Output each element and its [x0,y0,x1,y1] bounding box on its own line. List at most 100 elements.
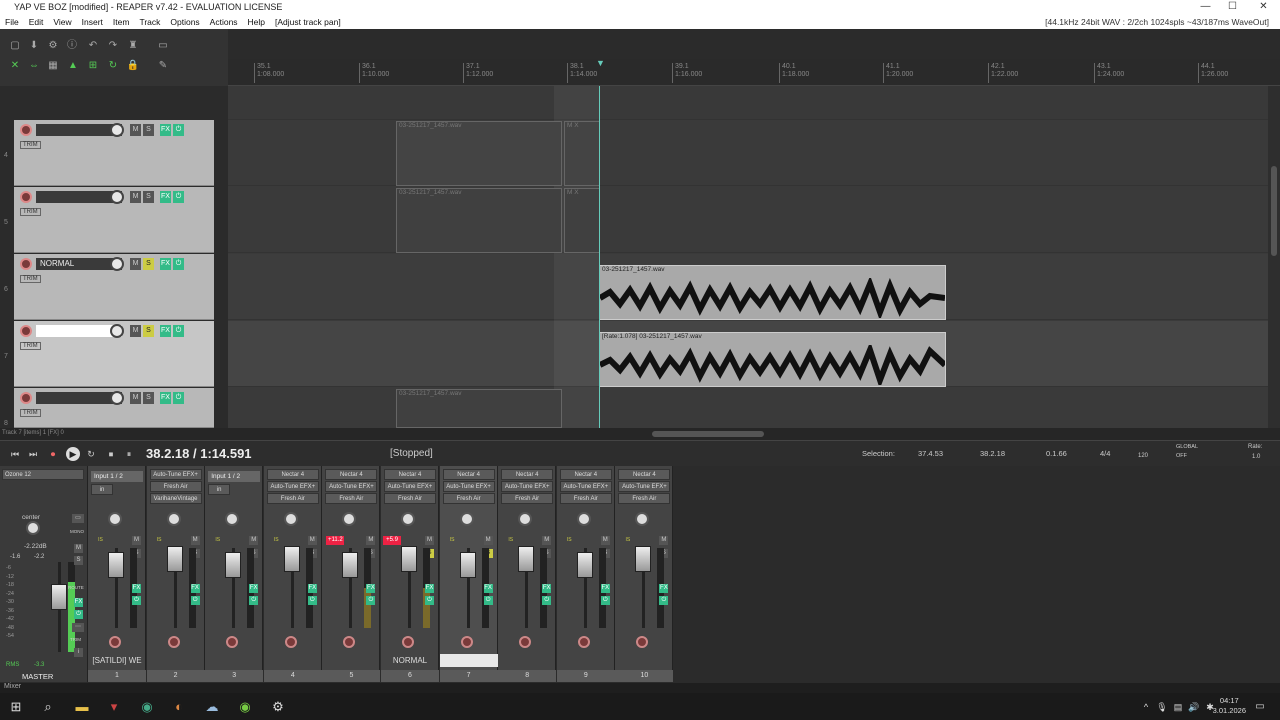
pan-knob[interactable] [576,512,591,526]
record-arm-button[interactable] [402,636,414,648]
menu-options[interactable]: Options [165,17,204,27]
volume-knob[interactable] [110,324,124,338]
strip-name[interactable] [322,654,380,667]
fx-button[interactable]: FX [542,584,552,593]
record-arm-button[interactable] [20,191,32,203]
vertical-scrollbar[interactable] [1268,86,1280,428]
menu-item[interactable]: Item [108,17,135,27]
mixer-strip[interactable]: Input 1 / 2inISMSFX⏻3 [205,466,264,682]
record-arm-button[interactable] [577,636,590,648]
record-arm-button[interactable] [109,636,121,648]
fx-button[interactable]: FX [425,584,434,593]
pan-knob[interactable] [225,512,240,526]
volume-knob[interactable] [110,123,124,137]
trim-button[interactable]: TRIM [20,409,41,417]
mixer-strip[interactable]: Nectar 4Auto-Tune EFX+Fresh AirISMSFX⏻4 [263,466,322,682]
fx-button[interactable]: FX [190,584,200,593]
master-route-button[interactable]: ROUTE [68,585,84,590]
bpm-display[interactable]: 120 [1138,453,1148,459]
mute-button[interactable]: M [130,191,141,203]
strip-name[interactable] [498,654,556,667]
volume-fader[interactable] [108,552,124,578]
record-arm-button[interactable] [167,636,180,648]
fx-button[interactable]: FX [160,258,171,270]
io-button[interactable]: in [208,484,231,495]
fx-slot[interactable]: Auto-Tune EFX+ [618,481,671,492]
master-fx-button[interactable]: FX [74,598,83,607]
save-icon[interactable]: ⬇ [27,39,41,52]
solo-button[interactable]: S [143,191,154,203]
strip-name[interactable] [264,654,322,667]
master-strip[interactable]: Ozone 12 center ▭ MONO -2.22dB -1.6 -2.2… [0,466,88,682]
mute-button[interactable]: M [130,392,141,404]
strip-number[interactable]: 5 [322,670,381,682]
input-monitor-icon[interactable]: IS [213,536,222,545]
trim-button[interactable]: TRIM [20,342,41,350]
fx-bypass-button[interactable]: ⏻ [425,596,434,605]
settings-icon[interactable]: ⚙ [46,39,60,52]
ripple-icon[interactable]: ✕ [8,59,22,72]
input-selector[interactable]: Input 1 / 2 [91,471,143,482]
volume-fader[interactable] [166,546,183,572]
horizontal-scrollbar-thumb[interactable] [652,431,764,437]
master-solo-button[interactable]: S [74,556,83,565]
fx-bypass-button[interactable]: ⏻ [249,596,259,605]
track-lane[interactable] [228,388,1268,428]
media-item[interactable]: [Rate:1.078] 03-251217_1457.wav [599,332,946,387]
fx-bypass-button[interactable]: ⏻ [600,596,610,605]
solo-button[interactable]: S [143,392,154,404]
strip-name[interactable]: NORMAL [381,654,439,667]
link-icon[interactable]: ⇔ [27,59,41,72]
volume-fader[interactable] [342,552,359,578]
strip-name[interactable] [557,654,615,667]
master-info-icon[interactable]: i [74,648,83,657]
browser-icon[interactable]: ◐ [169,697,189,717]
mixer-strip[interactable]: Nectar 4Auto-Tune EFX+Fresh AirISMSFX⏻10 [615,466,674,682]
selection-length[interactable]: 0.1.66 [1046,449,1067,458]
menu-help[interactable]: Help [243,17,270,27]
notification-icon[interactable]: ▭ [1250,697,1270,717]
mute-button[interactable]: M [190,536,200,545]
master-mute-button[interactable]: M [74,544,83,553]
record-arm-button[interactable] [20,392,32,404]
fx-slot[interactable]: Nectar 4 [442,469,495,480]
mixer-strip[interactable]: Nectar 4Auto-Tune EFX+Fresh AirISMSFX⏻+1… [322,466,381,682]
mute-button[interactable]: M [249,536,259,545]
media-item-muted[interactable]: 03-251217_1457.wav [396,389,562,428]
reaper-app-icon[interactable]: ▾ [104,697,124,717]
track-lane[interactable] [228,187,1268,253]
fx-slot[interactable]: Nectar 4 [559,469,612,480]
fx-button[interactable]: FX [249,584,259,593]
project-icon[interactable]: ▢ [8,39,22,52]
fx-slot[interactable]: Nectar 4 [618,469,671,480]
media-item[interactable]: 03-251217_1457.wav [599,265,946,320]
fx-button[interactable]: FX [160,191,171,203]
strip-number[interactable]: 9 [556,670,615,682]
mixer-strip[interactable]: Nectar 4Auto-Tune EFX+Fresh AirISMSFX⏻9 [556,466,615,682]
audio-status[interactable]: [44.1kHz 24bit WAV : 2/2ch 1024spls ~43/… [1040,17,1274,27]
fx-slot[interactable]: Nectar 4 [501,469,554,480]
volume-fader[interactable] [635,546,652,572]
pencil-icon[interactable]: ✎ [156,59,170,72]
input-monitor-icon[interactable]: IS [272,536,281,545]
fx-slot[interactable]: Fresh Air [501,493,554,504]
menu-view[interactable]: View [48,17,76,27]
strip-number[interactable]: 2 [146,670,205,682]
record-arm-button[interactable] [460,636,473,648]
fx-slot[interactable]: Fresh Air [618,493,671,504]
selection-start[interactable]: 37.4.53 [918,449,943,458]
time-signature[interactable]: 4/4 [1100,449,1110,458]
strip-number[interactable]: 7 [439,670,498,682]
input-monitor-icon[interactable]: IS [448,536,457,545]
volume-knob[interactable] [110,257,124,271]
mixer-strip[interactable]: Nectar 4Auto-Tune EFX+Fresh AirISMSFX⏻+5… [381,466,439,682]
fx-bypass-button[interactable]: ⏻ [307,596,317,605]
fx-button[interactable]: FX [132,584,141,593]
strip-name[interactable] [439,654,498,667]
fx-bypass-button[interactable]: ⏻ [542,596,552,605]
master-pan-knob[interactable] [26,521,40,535]
fx-button[interactable]: FX [483,584,493,593]
menu-file[interactable]: File [0,17,24,27]
strip-name[interactable] [205,654,263,667]
play-icon[interactable]: ▶ [66,447,80,461]
